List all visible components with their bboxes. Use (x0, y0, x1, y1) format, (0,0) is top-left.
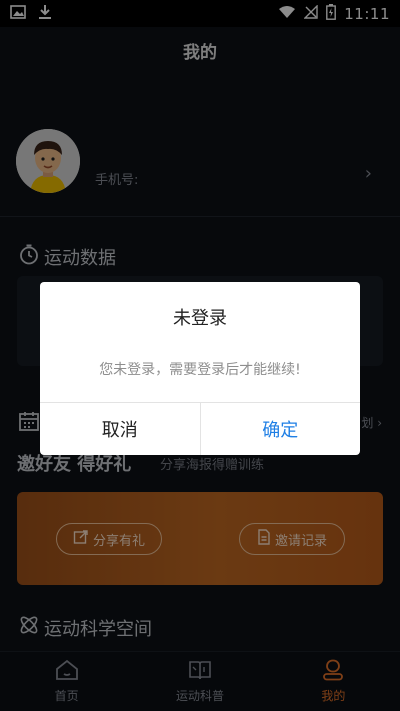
dialog-title: 未登录 (173, 308, 227, 329)
dialog-message: 您未登录，需要登录后才能继续! (99, 362, 301, 378)
confirm-button[interactable]: 确定 (201, 403, 361, 455)
dialog-actions: 取消 确定 (40, 402, 360, 455)
login-required-dialog: 未登录 您未登录，需要登录后才能继续! 取消 确定 (40, 282, 360, 455)
cancel-button[interactable]: 取消 (40, 403, 201, 455)
